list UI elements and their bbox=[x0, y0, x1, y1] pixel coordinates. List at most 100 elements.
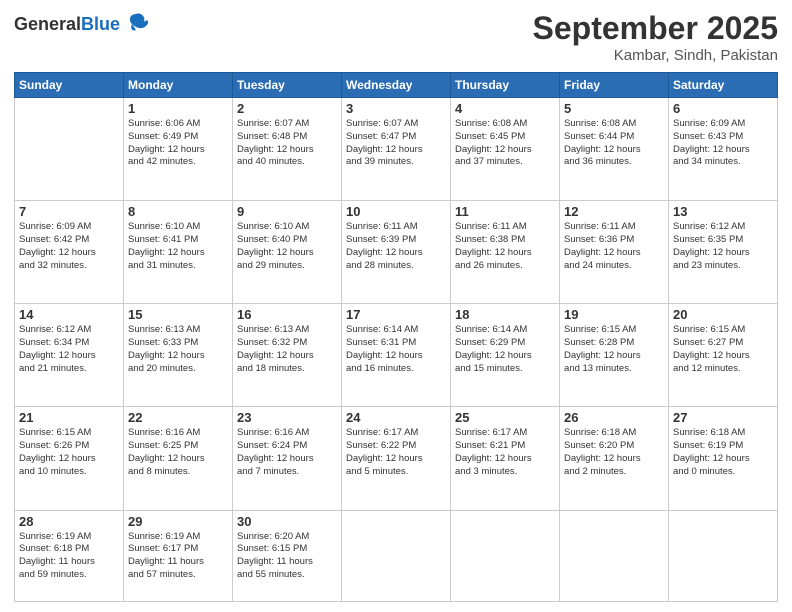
day-info: Sunrise: 6:08 AM Sunset: 6:44 PM Dayligh… bbox=[564, 118, 664, 169]
col-thursday: Thursday bbox=[451, 73, 560, 98]
calendar-table: Sunday Monday Tuesday Wednesday Thursday… bbox=[14, 72, 778, 602]
table-row: 30Sunrise: 6:20 AM Sunset: 6:15 PM Dayli… bbox=[233, 510, 342, 601]
logo-general: General bbox=[14, 14, 81, 34]
day-info: Sunrise: 6:16 AM Sunset: 6:24 PM Dayligh… bbox=[237, 427, 337, 478]
table-row: 12 Sunrise: 6:11 AM Sunset: 6:36 PM Dayli… bbox=[560, 201, 669, 304]
col-saturday: Saturday bbox=[669, 73, 778, 98]
day-number: 1 bbox=[128, 101, 228, 116]
day-number: 27 bbox=[673, 410, 773, 425]
table-row: 11 Sunrise: 6:11 AM Sunset: 6:38 PM Dayli… bbox=[451, 201, 560, 304]
day-info: Sunrise: 6:07 AM Sunset: 6:47 PM Dayligh… bbox=[346, 118, 446, 169]
table-row: 25 Sunrise: 6:17 AM Sunset: 6:21 PM Dayli… bbox=[451, 407, 560, 510]
day-number: 23 bbox=[237, 410, 337, 425]
table-row: 24 Sunrise: 6:17 AM Sunset: 6:22 PM Dayli… bbox=[342, 407, 451, 510]
table-row: 4 Sunrise: 6:08 AM Sunset: 6:45 PM Daylig… bbox=[451, 98, 560, 201]
day-number: 30 bbox=[237, 514, 337, 529]
day-number: 17 bbox=[346, 307, 446, 322]
table-row: 17 Sunrise: 6:14 AM Sunset: 6:31 PM Dayli… bbox=[342, 304, 451, 407]
page-title: September 2025 bbox=[533, 10, 778, 47]
table-row: 5 Sunrise: 6:08 AM Sunset: 6:44 PM Daylig… bbox=[560, 98, 669, 201]
day-info: Sunrise: 6:07 AM Sunset: 6:48 PM Dayligh… bbox=[237, 118, 337, 169]
day-info: Sunrise: 6:13 AM Sunset: 6:32 PM Dayligh… bbox=[237, 324, 337, 375]
day-number: 25 bbox=[455, 410, 555, 425]
day-number: 8 bbox=[128, 204, 228, 219]
day-info: Sunrise: 6:16 AM Sunset: 6:25 PM Dayligh… bbox=[128, 427, 228, 478]
day-info: Sunrise: 6:17 AM Sunset: 6:21 PM Dayligh… bbox=[455, 427, 555, 478]
table-row: 16Sunrise: 6:13 AM Sunset: 6:32 PM Dayli… bbox=[233, 304, 342, 407]
table-row: 7Sunrise: 6:09 AM Sunset: 6:42 PM Daylig… bbox=[15, 201, 124, 304]
table-row: 28Sunrise: 6:19 AM Sunset: 6:18 PM Dayli… bbox=[15, 510, 124, 601]
table-row: 13 Sunrise: 6:12 AM Sunset: 6:35 PM Dayli… bbox=[669, 201, 778, 304]
table-row: 20Sunrise: 6:15 AM Sunset: 6:27 PM Dayli… bbox=[669, 304, 778, 407]
table-row bbox=[560, 510, 669, 601]
table-row: 23 Sunrise: 6:16 AM Sunset: 6:24 PM Dayli… bbox=[233, 407, 342, 510]
day-info: Sunrise: 6:19 AM Sunset: 6:18 PM Dayligh… bbox=[19, 531, 119, 582]
table-row: 26 Sunrise: 6:18 AM Sunset: 6:20 PM Dayli… bbox=[560, 407, 669, 510]
day-info: Sunrise: 6:11 AM Sunset: 6:36 PM Dayligh… bbox=[564, 221, 664, 272]
table-row bbox=[15, 98, 124, 201]
day-number: 7 bbox=[19, 204, 119, 219]
location-subtitle: Kambar, Sindh, Pakistan bbox=[533, 47, 778, 64]
day-info: Sunrise: 6:14 AM Sunset: 6:29 PM Dayligh… bbox=[455, 324, 555, 375]
day-number: 19 bbox=[564, 307, 664, 322]
col-monday: Monday bbox=[124, 73, 233, 98]
day-number: 24 bbox=[346, 410, 446, 425]
page-header: GeneralBlue September 2025 Kambar, Sindh… bbox=[14, 10, 778, 64]
table-row: 2 Sunrise: 6:07 AM Sunset: 6:48 PM Daylig… bbox=[233, 98, 342, 201]
table-row: 1 Sunrise: 6:06 AM Sunset: 6:49 PM Daylig… bbox=[124, 98, 233, 201]
day-info: Sunrise: 6:10 AM Sunset: 6:41 PM Dayligh… bbox=[128, 221, 228, 272]
day-number: 15 bbox=[128, 307, 228, 322]
day-number: 21 bbox=[19, 410, 119, 425]
day-info: Sunrise: 6:15 AM Sunset: 6:28 PM Dayligh… bbox=[564, 324, 664, 375]
day-info: Sunrise: 6:15 AM Sunset: 6:27 PM Dayligh… bbox=[673, 324, 773, 375]
table-row: 3Sunrise: 6:07 AM Sunset: 6:47 PM Daylig… bbox=[342, 98, 451, 201]
logo: GeneralBlue bbox=[14, 10, 150, 38]
day-number: 5 bbox=[564, 101, 664, 116]
table-row: 21Sunrise: 6:15 AM Sunset: 6:26 PM Dayli… bbox=[15, 407, 124, 510]
table-row: 19 Sunrise: 6:15 AM Sunset: 6:28 PM Dayli… bbox=[560, 304, 669, 407]
table-row: 8 Sunrise: 6:10 AM Sunset: 6:41 PM Daylig… bbox=[124, 201, 233, 304]
day-info: Sunrise: 6:11 AM Sunset: 6:39 PM Dayligh… bbox=[346, 221, 446, 272]
day-info: Sunrise: 6:09 AM Sunset: 6:43 PM Dayligh… bbox=[673, 118, 773, 169]
day-number: 13 bbox=[673, 204, 773, 219]
day-info: Sunrise: 6:13 AM Sunset: 6:33 PM Dayligh… bbox=[128, 324, 228, 375]
table-row: 29 Sunrise: 6:19 AM Sunset: 6:17 PM Dayli… bbox=[124, 510, 233, 601]
table-row bbox=[451, 510, 560, 601]
col-wednesday: Wednesday bbox=[342, 73, 451, 98]
day-info: Sunrise: 6:14 AM Sunset: 6:31 PM Dayligh… bbox=[346, 324, 446, 375]
table-row: 27 Sunrise: 6:18 AM Sunset: 6:19 PM Dayli… bbox=[669, 407, 778, 510]
day-info: Sunrise: 6:08 AM Sunset: 6:45 PM Dayligh… bbox=[455, 118, 555, 169]
table-row: 15 Sunrise: 6:13 AM Sunset: 6:33 PM Dayli… bbox=[124, 304, 233, 407]
day-number: 29 bbox=[128, 514, 228, 529]
day-info: Sunrise: 6:18 AM Sunset: 6:20 PM Dayligh… bbox=[564, 427, 664, 478]
day-info: Sunrise: 6:12 AM Sunset: 6:35 PM Dayligh… bbox=[673, 221, 773, 272]
table-row: 6 Sunrise: 6:09 AM Sunset: 6:43 PM Daylig… bbox=[669, 98, 778, 201]
day-info: Sunrise: 6:12 AM Sunset: 6:34 PM Dayligh… bbox=[19, 324, 119, 375]
day-number: 6 bbox=[673, 101, 773, 116]
table-row bbox=[669, 510, 778, 601]
table-row bbox=[342, 510, 451, 601]
col-tuesday: Tuesday bbox=[233, 73, 342, 98]
day-number: 18 bbox=[455, 307, 555, 322]
col-friday: Friday bbox=[560, 73, 669, 98]
day-info: Sunrise: 6:17 AM Sunset: 6:22 PM Dayligh… bbox=[346, 427, 446, 478]
day-info: Sunrise: 6:19 AM Sunset: 6:17 PM Dayligh… bbox=[128, 531, 228, 582]
table-row: 22Sunrise: 6:16 AM Sunset: 6:25 PM Dayli… bbox=[124, 407, 233, 510]
day-info: Sunrise: 6:18 AM Sunset: 6:19 PM Dayligh… bbox=[673, 427, 773, 478]
day-info: Sunrise: 6:11 AM Sunset: 6:38 PM Dayligh… bbox=[455, 221, 555, 272]
day-number: 12 bbox=[564, 204, 664, 219]
day-number: 10 bbox=[346, 204, 446, 219]
day-number: 26 bbox=[564, 410, 664, 425]
col-sunday: Sunday bbox=[15, 73, 124, 98]
day-number: 9 bbox=[237, 204, 337, 219]
logo-bird-icon bbox=[122, 10, 150, 38]
logo-blue: Blue bbox=[81, 14, 120, 34]
title-block: September 2025 Kambar, Sindh, Pakistan bbox=[533, 10, 778, 64]
day-number: 11 bbox=[455, 204, 555, 219]
day-info: Sunrise: 6:06 AM Sunset: 6:49 PM Dayligh… bbox=[128, 118, 228, 169]
table-row: 10 Sunrise: 6:11 AM Sunset: 6:39 PM Dayli… bbox=[342, 201, 451, 304]
day-number: 2 bbox=[237, 101, 337, 116]
day-number: 14 bbox=[19, 307, 119, 322]
day-number: 4 bbox=[455, 101, 555, 116]
day-info: Sunrise: 6:10 AM Sunset: 6:40 PM Dayligh… bbox=[237, 221, 337, 272]
